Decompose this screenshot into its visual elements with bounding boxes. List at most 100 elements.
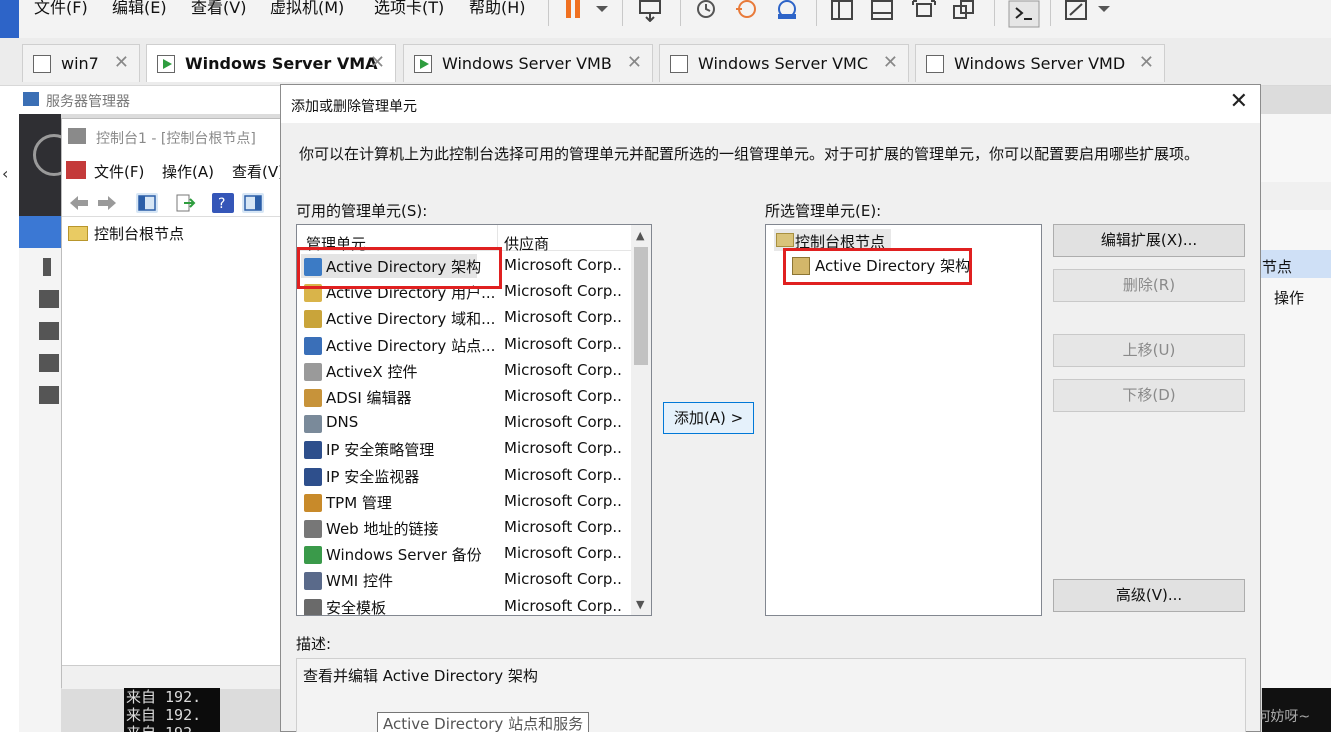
scroll-down-icon[interactable]: ▼ [636, 598, 644, 611]
snapin-vendor: Microsoft Corp... [504, 570, 622, 589]
snapin-icon [304, 310, 322, 329]
send-ctrl-alt-del-icon[interactable] [638, 0, 664, 23]
tab-label: Windows Server VMD [954, 54, 1126, 73]
nav-file-services-icon[interactable] [39, 386, 59, 404]
advanced-button[interactable]: 高级(V)... [1053, 579, 1245, 612]
dialog-titlebar: 添加或删除管理单元 ✕ [281, 85, 1260, 123]
scrollbar-thumb[interactable] [634, 247, 648, 365]
console-view-icon[interactable] [1008, 0, 1040, 28]
snapin-icon [304, 467, 322, 486]
stretch-view-icon[interactable] [1064, 0, 1090, 22]
snapin-row[interactable]: WMI 控件 Microsoft Corp... [297, 567, 633, 593]
menu-help[interactable]: 帮助(H) [469, 0, 526, 18]
snapin-row[interactable]: ADSI 编辑器 Microsoft Corp... [297, 384, 633, 410]
snapin-row[interactable]: Windows Server 备份 Microsoft Corp... [297, 541, 633, 567]
move-up-button[interactable]: 上移(U) [1053, 334, 1245, 367]
thumbnail-bar-icon[interactable] [870, 0, 896, 22]
server-manager-header [19, 114, 75, 216]
toolbar-separator [680, 0, 681, 26]
terminal-line: 来自 192. [126, 688, 202, 706]
console-menu-action[interactable]: 操作(A) [162, 161, 214, 182]
snapin-icon [304, 572, 322, 591]
snapshot-manager-icon[interactable] [774, 0, 800, 22]
action-pane-node[interactable]: 节点 [1262, 256, 1292, 277]
right-background-window: 节点 操作 [1260, 114, 1331, 688]
action-pane-icon[interactable] [242, 193, 264, 213]
snapin-row[interactable]: IP 安全策略管理 Microsoft Corp... [297, 436, 633, 462]
add-button[interactable]: 添加(A) > [663, 402, 754, 434]
snapin-vendor: Microsoft Corp... [504, 413, 622, 432]
sidebar-toggle-icon[interactable] [830, 0, 856, 22]
snapin-vendor: Microsoft Corp... [504, 334, 622, 353]
help-icon[interactable]: ? [212, 193, 234, 213]
close-icon[interactable]: ✕ [883, 52, 898, 73]
snapin-row[interactable]: ActiveX 控件 Microsoft Corp... [297, 358, 633, 384]
menu-view[interactable]: 查看(V) [191, 0, 246, 18]
menu-edit[interactable]: 编辑(E) [112, 0, 167, 18]
console-menu-file[interactable]: 文件(F) [94, 161, 144, 182]
column-header-vendor[interactable]: 供应商 [504, 233, 549, 254]
edit-extensions-button[interactable]: 编辑扩展(X)... [1053, 224, 1245, 257]
back-arrow-icon[interactable] [68, 193, 90, 213]
snapin-icon [304, 441, 322, 460]
close-icon[interactable]: ✕ [114, 52, 129, 73]
tab-win7[interactable]: win7 ✕ [22, 44, 140, 82]
close-icon[interactable]: ✕ [370, 52, 385, 73]
nav-ad-ds-icon[interactable] [39, 322, 59, 340]
forward-arrow-icon[interactable] [96, 193, 118, 213]
console-titlebar: 控制台1 - [控制台根节点] [62, 119, 282, 153]
close-icon[interactable]: ✕ [627, 52, 642, 73]
snapin-row[interactable]: 安全模板 Microsoft Corp... [297, 594, 633, 615]
snapin-row[interactable]: Web 地址的链接 Microsoft Corp... [297, 515, 633, 541]
console-menu-view[interactable]: 查看(V) [232, 161, 284, 182]
tab-label: Windows Server VMB [442, 54, 612, 73]
snapin-name: WMI 控件 [326, 572, 393, 591]
move-down-button[interactable]: 下移(D) [1053, 379, 1245, 412]
toolbox-icon [66, 161, 86, 179]
snapin-icon [304, 546, 322, 565]
snapshot-icon[interactable] [694, 0, 720, 22]
snapin-name: ADSI 编辑器 [326, 389, 412, 407]
menu-file[interactable]: 文件(F) [34, 0, 88, 18]
scroll-up-icon[interactable]: ▲ [636, 229, 644, 242]
snapin-icon [304, 520, 322, 538]
tab-windows-server-vmd[interactable]: Windows Server VMD ✕ [915, 44, 1165, 82]
pause-icon[interactable] [562, 0, 588, 22]
action-pane-more-actions[interactable]: 操作 [1274, 287, 1304, 308]
snapin-row[interactable]: DNS Microsoft Corp... [297, 410, 633, 436]
nav-all-servers-icon[interactable] [39, 290, 59, 308]
close-icon[interactable]: ✕ [1139, 52, 1154, 73]
snapin-name: DNS [326, 413, 359, 432]
snapin-row[interactable]: Active Directory 域和... Microsoft Corp... [297, 305, 633, 331]
snapin-vendor: Microsoft Corp... [504, 439, 622, 458]
list-scrollbar[interactable]: ▲ ▼ [631, 225, 651, 615]
menu-tabs[interactable]: 选项卡(T) [374, 0, 444, 18]
chevron-down-icon[interactable] [592, 0, 618, 22]
snapin-row[interactable]: Active Directory 站点... Microsoft Corp... [297, 332, 633, 358]
nav-local-server-icon[interactable] [43, 258, 51, 276]
console-toolbar: ? [62, 187, 282, 217]
menu-vm[interactable]: 虚拟机(M) [270, 0, 344, 18]
terminal-line: 来自 192. [124, 724, 220, 732]
nav-dns-icon[interactable] [39, 354, 59, 372]
revert-snapshot-icon[interactable] [734, 0, 760, 22]
tab-windows-server-vma[interactable]: Windows Server VMA ✕ [146, 44, 396, 82]
snapin-vendor: Microsoft Corp... [504, 360, 622, 379]
snapin-row[interactable]: IP 安全监视器 Microsoft Corp... [297, 463, 633, 489]
tab-windows-server-vmb[interactable]: Windows Server VMB ✕ [403, 44, 653, 82]
chevron-down-icon[interactable] [1094, 0, 1120, 22]
nav-dashboard-icon[interactable] [19, 216, 61, 248]
vmware-menubar: 文件(F) 编辑(E) 查看(V) 虚拟机(M) 选项卡(T) 帮助(H) [0, 0, 1331, 38]
show-hide-tree-icon[interactable] [136, 193, 158, 213]
tab-windows-server-vmc[interactable]: Windows Server VMC ✕ [659, 44, 909, 82]
svg-text:?: ? [218, 196, 225, 212]
remove-button[interactable]: 删除(R) [1053, 269, 1245, 302]
full-screen-icon[interactable] [912, 0, 938, 22]
unity-icon[interactable] [952, 0, 978, 22]
export-list-icon[interactable] [174, 193, 196, 213]
description-label: 描述: [296, 635, 332, 653]
close-icon[interactable]: ✕ [1230, 91, 1248, 113]
snapin-row[interactable]: TPM 管理 Microsoft Corp... [297, 489, 633, 515]
console-statusbar [62, 665, 282, 689]
available-snapins-label: 可用的管理单元(S): [296, 202, 428, 220]
